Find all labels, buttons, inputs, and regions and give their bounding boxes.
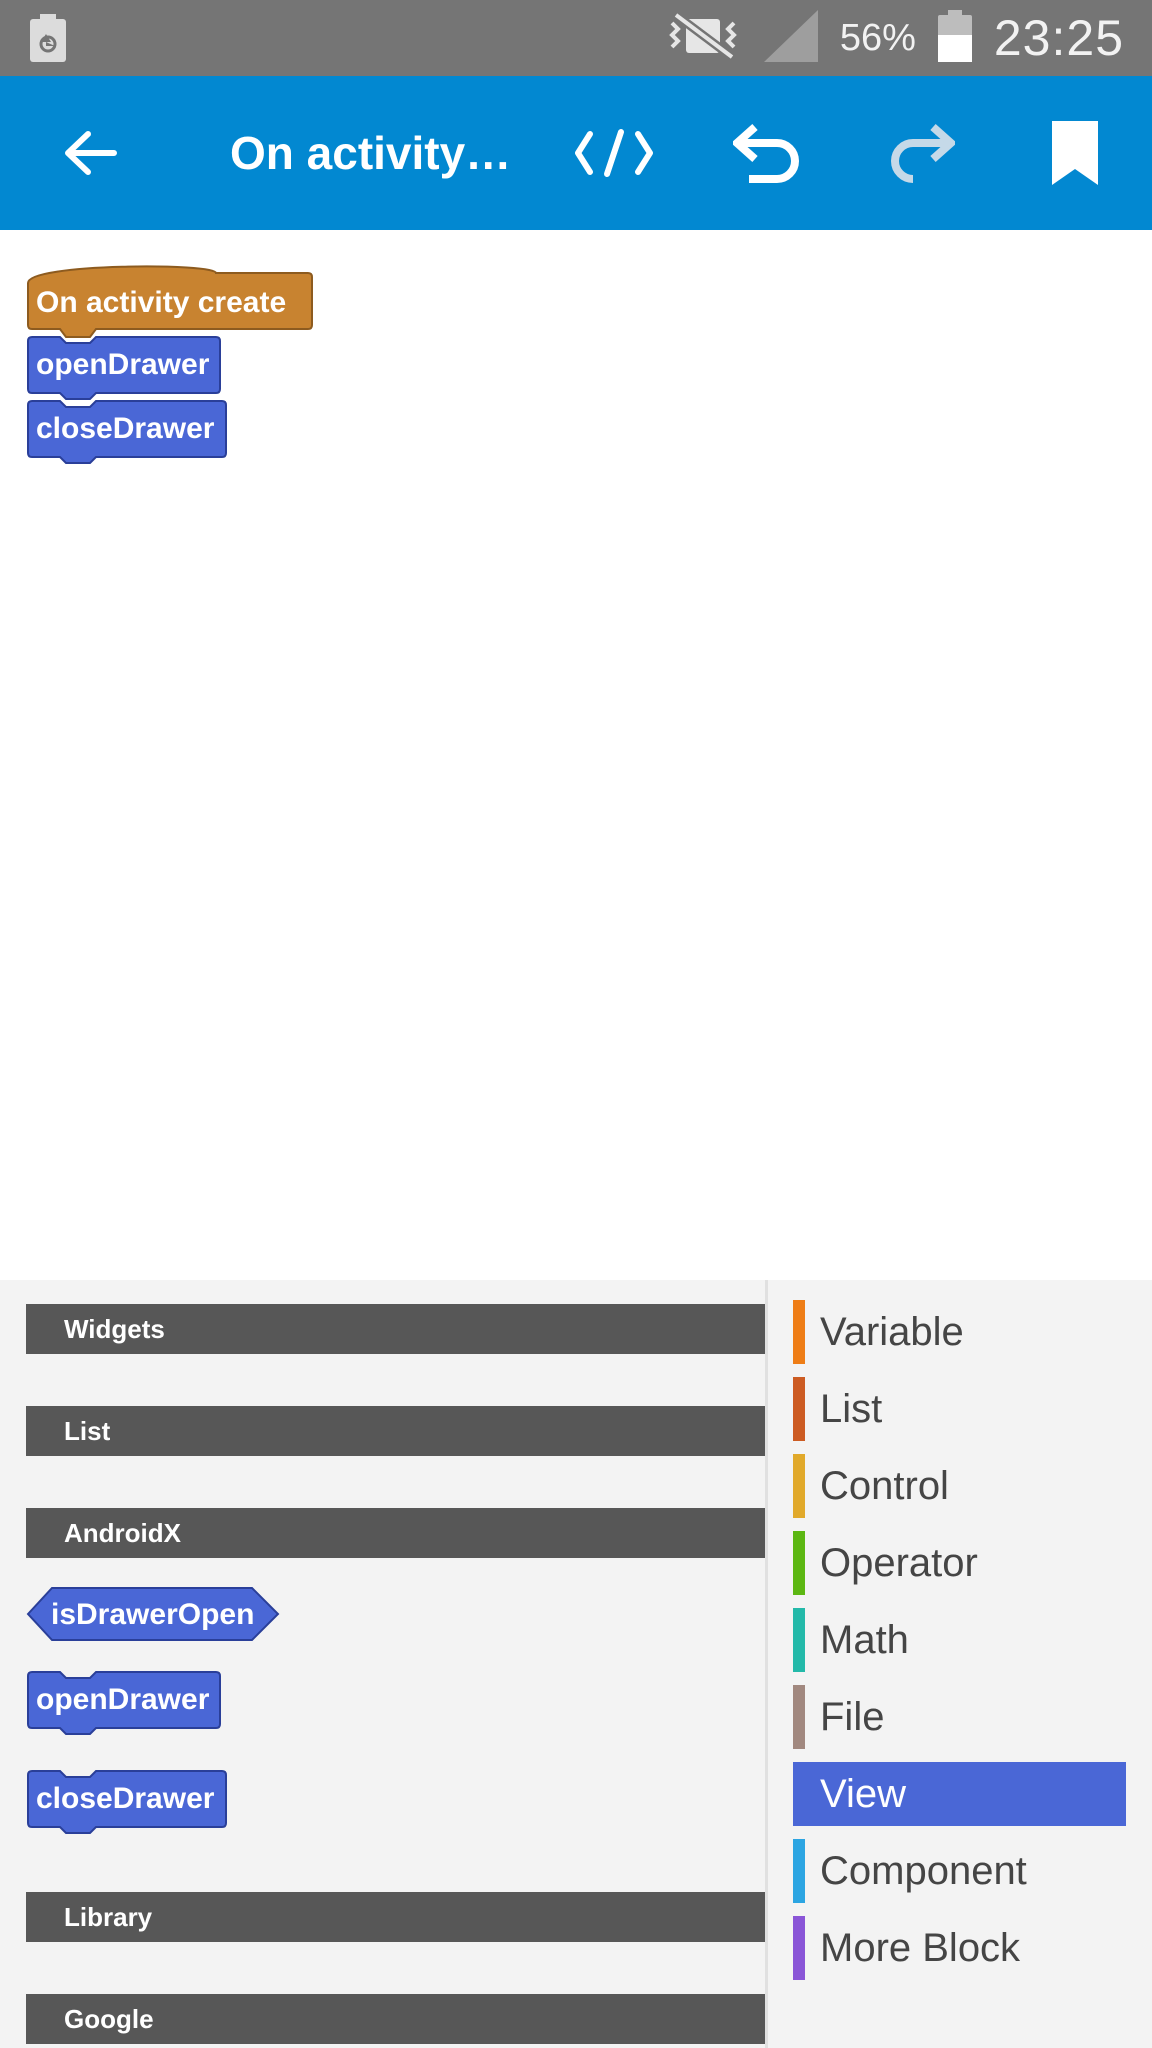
category-color-swatch <box>793 1454 805 1518</box>
canvas-block-open-drawer[interactable]: openDrawer <box>26 335 222 400</box>
category-operator[interactable]: Operator <box>793 1531 1126 1595</box>
recycle-battery-icon <box>30 14 66 67</box>
category-color-swatch <box>793 1839 805 1903</box>
category-math[interactable]: Math <box>793 1608 1126 1672</box>
bookmark-button[interactable] <box>1020 76 1130 230</box>
battery-percent: 56% <box>839 16 916 59</box>
vibrate-mute-icon <box>666 10 740 64</box>
section-list[interactable]: List <box>26 1406 765 1456</box>
bookmark-icon <box>1052 121 1098 185</box>
undo-button[interactable] <box>712 76 822 230</box>
palette-block-open-drawer[interactable]: openDrawer <box>26 1670 222 1735</box>
block-label: closeDrawer <box>36 1782 215 1815</box>
app-bar: On activity… <box>0 76 1152 230</box>
block-canvas[interactable]: On activity create openDrawer closeDrawe… <box>0 230 1152 1458</box>
battery-icon <box>937 9 972 67</box>
category-control[interactable]: Control <box>793 1454 1126 1518</box>
category-view[interactable]: View <box>793 1762 1126 1826</box>
block-palette: Widgets List AndroidX isDrawerOpen openD… <box>0 1280 1152 2048</box>
block-label: isDrawerOpen <box>51 1598 255 1631</box>
back-arrow-icon <box>65 131 117 175</box>
event-block-label: On activity create <box>36 286 287 319</box>
palette-divider <box>765 1280 768 2048</box>
undo-icon <box>733 124 799 183</box>
section-widgets[interactable]: Widgets <box>26 1304 765 1354</box>
category-color-swatch <box>793 1685 805 1749</box>
block-label: openDrawer <box>36 1683 210 1716</box>
clock: 23:25 <box>993 10 1124 66</box>
status-bar: 56% 23:25 <box>0 0 1152 76</box>
block-label: closeDrawer <box>36 412 215 445</box>
canvas-block-close-drawer[interactable]: closeDrawer <box>26 399 228 464</box>
code-icon <box>575 129 653 177</box>
category-color-swatch <box>793 1916 805 1980</box>
category-variable[interactable]: Variable <box>793 1300 1126 1364</box>
category-color-swatch <box>793 1531 805 1595</box>
event-block-on-activity-create[interactable]: On activity create <box>26 257 314 338</box>
section-library[interactable]: Library <box>26 1892 765 1942</box>
palette-block-close-drawer[interactable]: closeDrawer <box>26 1769 228 1834</box>
section-androidx[interactable]: AndroidX <box>26 1508 765 1558</box>
page-title: On activity… <box>230 127 512 179</box>
redo-button[interactable] <box>866 76 976 230</box>
block-label: openDrawer <box>36 348 210 381</box>
view-code-button[interactable] <box>559 76 669 230</box>
redo-icon <box>891 124 955 183</box>
category-color-swatch <box>793 1608 805 1672</box>
category-color-swatch <box>793 1377 805 1441</box>
palette-block-is-drawer-open[interactable]: isDrawerOpen <box>26 1586 282 1642</box>
category-more-block[interactable]: More Block <box>793 1916 1126 1980</box>
category-file[interactable]: File <box>793 1685 1126 1749</box>
signal-icon <box>762 9 818 67</box>
category-color-swatch <box>793 1300 805 1364</box>
section-google[interactable]: Google <box>26 1994 765 2044</box>
back-button[interactable] <box>35 76 145 230</box>
category-component[interactable]: Component <box>793 1839 1126 1903</box>
category-color-swatch <box>793 1762 805 1826</box>
category-list[interactable]: List <box>793 1377 1126 1441</box>
